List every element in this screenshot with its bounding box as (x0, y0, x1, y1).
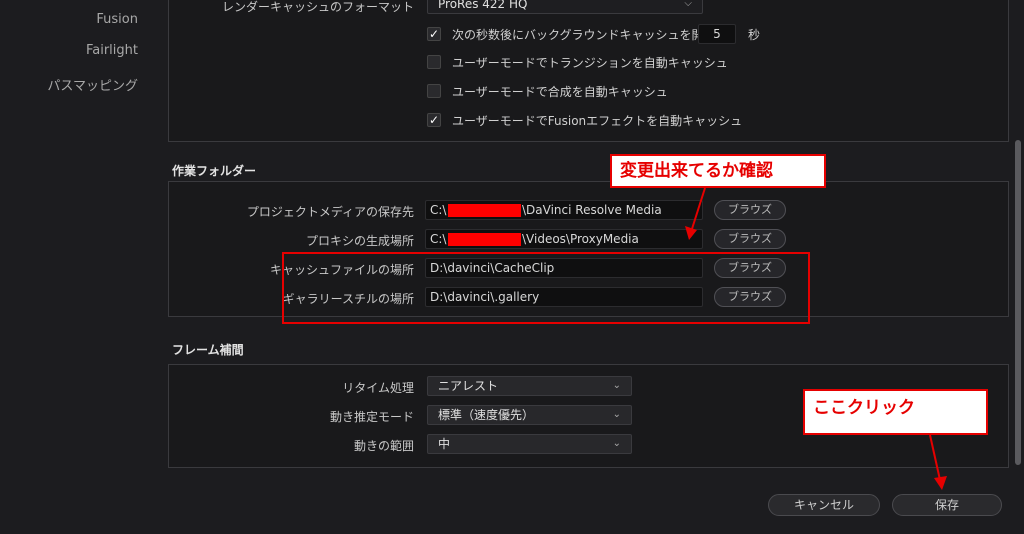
arrow-to-folders (685, 187, 706, 240)
annotation-arrows (685, 187, 947, 490)
arrow-to-save (929, 434, 947, 490)
